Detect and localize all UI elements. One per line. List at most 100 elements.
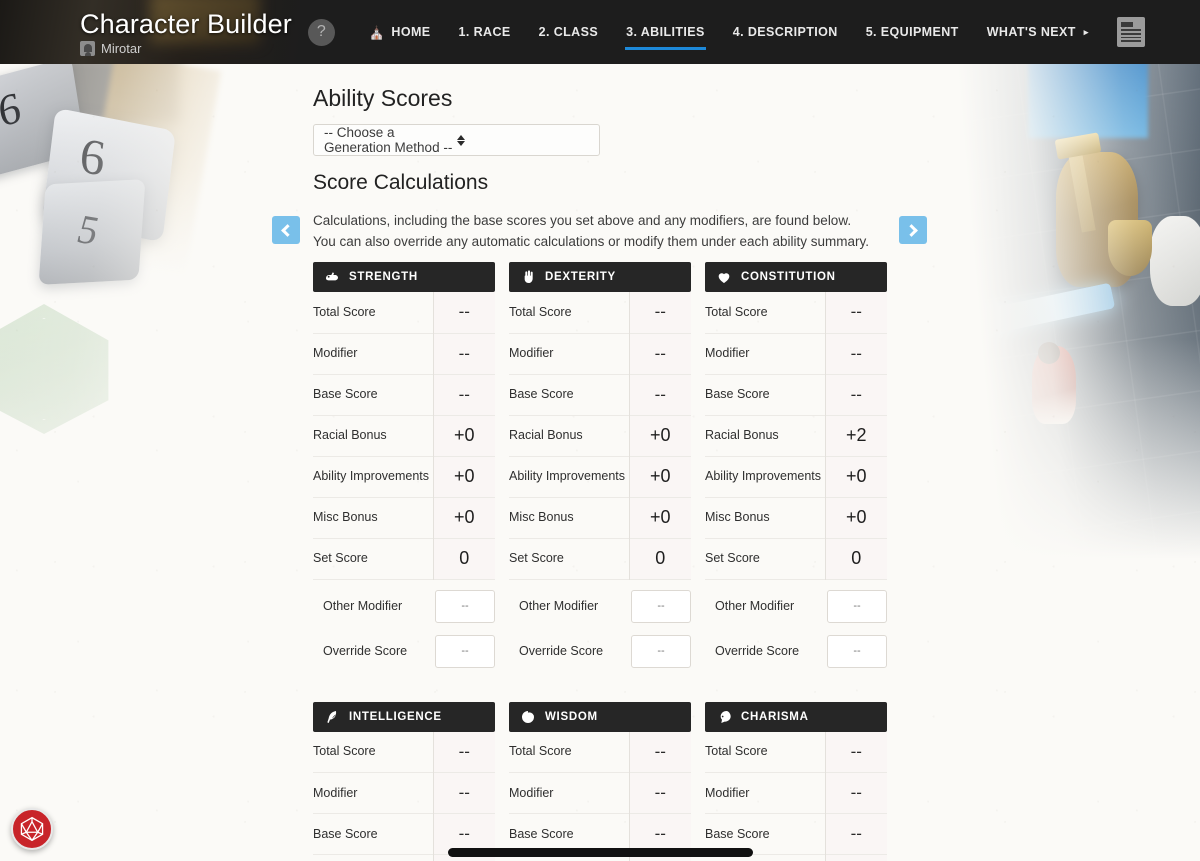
ability-card-dexterity: DEXTERITY Total Score -- Modifier -- Base … (509, 262, 691, 674)
value-misc-bonus: +0 (628, 497, 691, 538)
nav-label-class: 2. CLASS (538, 25, 599, 39)
table-row: Modifier -- (705, 772, 887, 814)
ability-name-charisma: CHARISMA (741, 710, 809, 723)
value-modifier: -- (432, 772, 495, 814)
value-modifier: -- (824, 772, 887, 814)
value-racial-bonus: +0 (628, 415, 691, 456)
table-row: Modifier -- (509, 772, 691, 814)
horizontal-scrollbar[interactable] (0, 844, 1200, 861)
override-score-input-dexterity[interactable] (631, 634, 691, 668)
brand-block: Character Builder Mirotar (80, 9, 292, 56)
other-modifier-input-dexterity[interactable] (631, 589, 691, 623)
override-score-input-strength[interactable] (435, 634, 495, 668)
other-modifier-row-dexterity: Other Modifier (509, 584, 691, 629)
label-total-score: Total Score (313, 744, 376, 759)
label-override-score: Override Score (323, 644, 408, 658)
character-sheet-icon[interactable] (1116, 17, 1145, 47)
stat-table-constitution: Total Score -- Modifier -- Base Score -- Ra… (705, 292, 887, 580)
help-button[interactable]: ? (307, 18, 335, 46)
value-racial-bonus: +0 (432, 415, 495, 456)
nav-item-race[interactable]: 1. RACE (445, 0, 525, 64)
heart-burst-icon (715, 269, 733, 285)
table-row: Base Score -- (705, 374, 887, 415)
other-modifier-input-strength[interactable] (435, 589, 495, 623)
table-row: Ability Improvements +0 (705, 456, 887, 497)
table-row: Modifier -- (313, 772, 495, 814)
table-row: Base Score -- (509, 374, 691, 415)
label-misc-bonus: Misc Bonus (509, 510, 574, 524)
table-row: Racial Bonus +0 (509, 415, 691, 456)
ability-card-strength: STRENGTH Total Score -- Modifier -- Base S… (313, 262, 495, 674)
value-base-score: -- (432, 374, 495, 415)
value-total-score: -- (432, 292, 495, 333)
override-score-row-strength: Override Score (313, 629, 495, 674)
table-row: Total Score -- (509, 731, 691, 773)
label-other-modifier: Other Modifier (323, 599, 403, 613)
table-row: Total Score -- (313, 731, 495, 773)
chevron-right-icon: ▸ (1083, 26, 1089, 37)
character-builder-app: Character Builder Mirotar ? ⛪ HOME 1. RA… (0, 0, 1200, 861)
main-navigation: ⛪ HOME 1. RACE 2. CLASS 3. ABILITIES 4. … (355, 0, 1103, 64)
value-modifier: -- (432, 333, 495, 374)
table-row: Total Score -- (705, 292, 887, 333)
ability-name-constitution: CONSTITUTION (741, 271, 836, 283)
label-modifier: Modifier (705, 346, 750, 360)
table-row: Misc Bonus +0 (705, 497, 887, 538)
ability-header-dexterity: DEXTERITY (509, 262, 691, 292)
hand-icon (519, 269, 537, 285)
previous-step-button[interactable] (272, 216, 300, 244)
label-base-score: Base Score (313, 387, 378, 401)
table-row: Modifier -- (509, 333, 691, 374)
stat-table-strength: Total Score -- Modifier -- Base Score -- Ra… (313, 292, 495, 580)
generation-method-select[interactable]: -- Choose a Generation Method -- (313, 124, 600, 156)
ability-cards-grid: STRENGTH Total Score -- Modifier -- Base S… (313, 262, 889, 861)
value-ability-improvements: +0 (628, 456, 691, 497)
label-override-score: Override Score (519, 644, 604, 658)
table-row: Ability Improvements +0 (509, 456, 691, 497)
generation-method-value: -- Choose a Generation Method -- (324, 125, 453, 155)
ability-card-wisdom: WISDOM Total Score -- Modifier -- Base Sco… (509, 701, 691, 861)
ability-name-intelligence: INTELLIGENCE (349, 710, 442, 723)
nav-item-description[interactable]: 4. DESCRIPTION (719, 0, 852, 64)
table-row: Modifier -- (313, 333, 495, 374)
user-avatar-icon (80, 40, 95, 56)
nav-item-home[interactable]: ⛪ HOME (355, 0, 445, 64)
other-modifier-input-constitution[interactable] (827, 589, 887, 623)
value-set-score: 0 (432, 538, 495, 579)
nav-label-description: 4. DESCRIPTION (732, 25, 838, 39)
main-content: Ability Scores -- Choose a Generation Me… (0, 64, 1200, 861)
value-base-score: -- (628, 374, 691, 415)
override-score-input-constitution[interactable] (827, 634, 887, 668)
updown-chevron-icon (456, 133, 590, 148)
table-row: Total Score -- (705, 731, 887, 773)
eye-spiral-icon (519, 709, 537, 725)
value-ability-improvements: +0 (432, 456, 495, 497)
label-total-score: Total Score (705, 304, 768, 319)
nav-item-equipment[interactable]: 5. EQUIPMENT (852, 0, 973, 64)
table-row: Racial Bonus +0 (313, 415, 495, 456)
nav-item-class[interactable]: 2. CLASS (525, 0, 612, 64)
value-misc-bonus: +0 (432, 497, 495, 538)
nav-item-abilities[interactable]: 3. ABILITIES (612, 0, 719, 64)
value-modifier: -- (628, 333, 691, 374)
label-set-score: Set Score (509, 551, 564, 565)
override-score-row-constitution: Override Score (705, 629, 887, 674)
stat-table-charisma: Total Score-- Modifier-- Base Score-- Ra… (705, 731, 887, 861)
label-ability-improvements: Ability Improvements (313, 469, 430, 483)
ability-header-intelligence: INTELLIGENCE (313, 701, 495, 732)
ability-row-2: INTELLIGENCE Total Score -- Modifier -- Ba… (313, 701, 889, 861)
label-other-modifier: Other Modifier (519, 599, 599, 613)
nav-item-whats-next[interactable]: WHAT'S NEXT ▸ (973, 0, 1103, 64)
nav-label-abilities: 3. ABILITIES (626, 25, 705, 39)
character-summary[interactable]: Mirotar (80, 40, 292, 56)
ability-row-1: STRENGTH Total Score -- Modifier -- Base S… (313, 262, 889, 674)
label-modifier: Modifier (705, 785, 750, 800)
label-total-score: Total Score (509, 304, 572, 319)
top-header-bar: Character Builder Mirotar ? ⛪ HOME 1. RA… (0, 0, 1200, 64)
next-step-button[interactable] (899, 216, 927, 244)
table-row: Total Score -- (509, 292, 691, 333)
value-ability-improvements: +0 (824, 456, 887, 497)
scrollbar-thumb[interactable] (448, 848, 753, 857)
other-modifier-row-constitution: Other Modifier (705, 584, 887, 629)
app-title: Character Builder (80, 8, 292, 39)
